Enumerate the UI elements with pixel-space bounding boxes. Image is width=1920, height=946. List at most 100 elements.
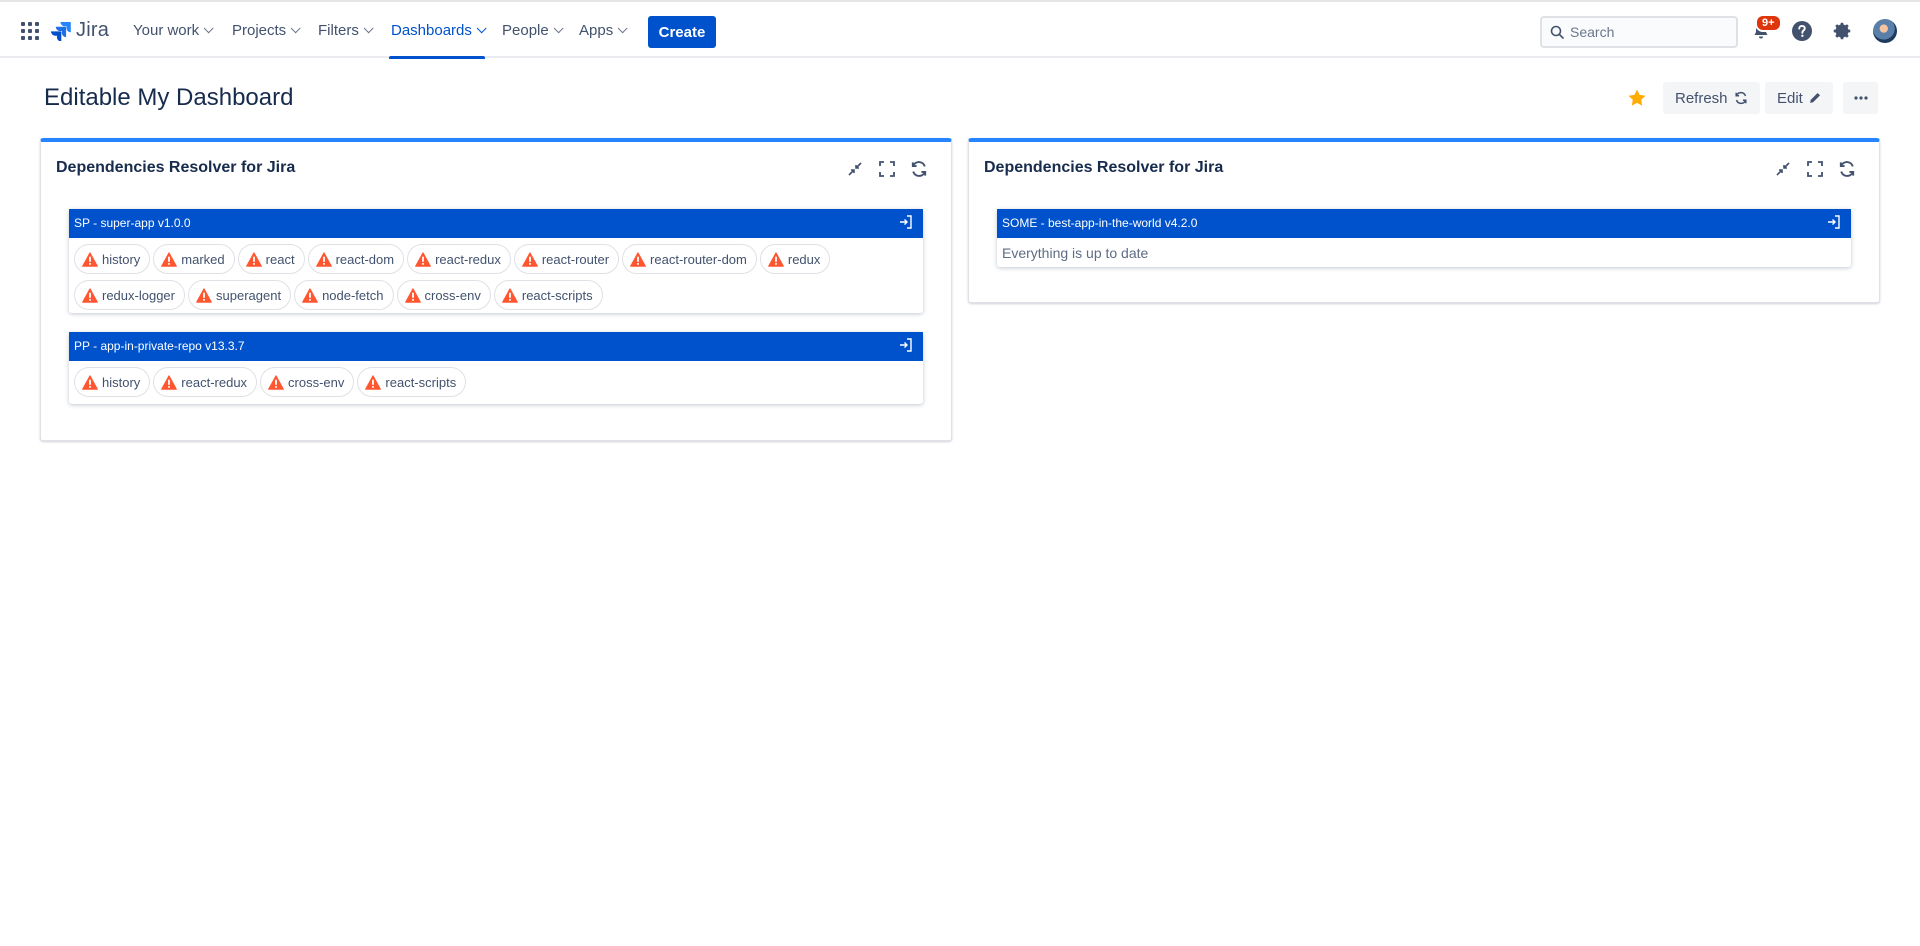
dependency-tag[interactable]: react-router — [513, 244, 620, 274]
jira-icon — [51, 21, 71, 41]
warning-icon — [630, 251, 646, 267]
chevron-down-icon — [617, 22, 628, 33]
dependency-tag[interactable]: react — [237, 244, 305, 274]
dependency-tag[interactable]: react-scripts — [357, 367, 467, 397]
chevron-down-icon — [290, 22, 301, 33]
dependency-tag-label: history — [102, 374, 141, 390]
app-header[interactable]: PP - app-in-private-repo v13.3.7 — [69, 332, 923, 361]
nav-projects[interactable]: Projects — [232, 2, 301, 58]
dependency-tag[interactable]: redux — [759, 244, 831, 274]
create-button[interactable]: Create — [648, 16, 716, 48]
nav-dashboards-label: Dashboards — [391, 21, 472, 39]
dependency-tag-label: superagent — [216, 287, 282, 303]
warning-icon — [268, 374, 284, 390]
top-navigation: Jira Your work Projects Filters Dashboar… — [0, 0, 1920, 59]
nav-filters-label: Filters — [318, 21, 359, 39]
dependency-tag-label: redux — [787, 251, 821, 267]
dependency-tag[interactable]: superagent — [188, 280, 292, 310]
settings-gear-icon[interactable] — [1830, 19, 1854, 43]
chevron-down-icon — [203, 22, 214, 33]
favourite-star-icon[interactable] — [1627, 88, 1647, 113]
dependency-tag-label: node-fetch — [322, 287, 384, 303]
dependency-tag-label: cross-env — [288, 374, 345, 390]
refresh-icon[interactable] — [909, 159, 929, 179]
refresh-button[interactable]: Refresh — [1663, 82, 1760, 114]
search-box[interactable] — [1540, 16, 1738, 48]
fullscreen-icon[interactable] — [877, 159, 897, 179]
dependency-tag[interactable]: react-redux — [153, 367, 258, 397]
nav-people-label: People — [502, 21, 549, 39]
search-icon — [1550, 25, 1564, 39]
notification-count-badge: 9+ — [1755, 14, 1782, 32]
search-input[interactable] — [1570, 24, 1730, 40]
warning-icon — [82, 251, 98, 267]
dependency-tag[interactable]: cross-env — [260, 367, 355, 397]
refresh-button-label: Refresh — [1675, 89, 1728, 107]
dependency-tag[interactable]: redux-logger — [74, 280, 185, 310]
warning-icon — [161, 374, 178, 390]
help-icon[interactable] — [1790, 19, 1814, 43]
edit-button[interactable]: Edit — [1765, 82, 1833, 114]
warning-icon — [82, 374, 98, 390]
minimize-icon[interactable] — [845, 159, 865, 179]
warning-icon — [365, 374, 382, 390]
more-actions-button[interactable] — [1843, 82, 1878, 114]
pencil-icon — [1809, 93, 1820, 103]
gadget-dependencies-resolver-2: Dependencies Resolver for Jira SOME - be… — [968, 138, 1880, 303]
open-in-icon[interactable] — [899, 215, 913, 229]
warning-icon — [767, 251, 784, 267]
gadget-title: Dependencies Resolver for Jira — [56, 159, 296, 176]
dependency-tag[interactable]: marked — [153, 244, 235, 274]
nav-filters[interactable]: Filters — [318, 2, 374, 58]
dependency-tag[interactable]: history — [74, 367, 151, 397]
refresh-icon[interactable] — [1837, 159, 1857, 179]
dependency-tag-label: history — [102, 251, 141, 267]
warning-icon — [82, 287, 98, 303]
dependency-tag[interactable]: cross-env — [396, 280, 491, 310]
nav-dashboards[interactable]: Dashboards — [389, 2, 487, 59]
dependency-tag-label: redux-logger — [102, 287, 175, 303]
warning-icon — [521, 251, 538, 267]
nav-your-work-label: Your work — [133, 21, 200, 39]
warning-icon — [415, 251, 431, 267]
dependency-tag[interactable]: react-scripts — [493, 280, 603, 310]
nav-your-work[interactable]: Your work — [133, 2, 214, 58]
nav-apps[interactable]: Apps — [579, 2, 628, 58]
warning-icon — [245, 251, 262, 267]
app-header[interactable]: SOME - best-app-in-the-world v4.2.0 — [997, 209, 1851, 238]
fullscreen-icon[interactable] — [1805, 159, 1825, 179]
dependency-tag-label: cross-env — [424, 287, 481, 303]
dependency-tag[interactable]: node-fetch — [294, 280, 394, 310]
dependency-tag[interactable]: react-dom — [307, 244, 405, 274]
gadget-toolbar — [1773, 159, 1857, 179]
gadget-dependencies-resolver-1: Dependencies Resolver for Jira SP - supe… — [40, 138, 952, 441]
nav-apps-label: Apps — [579, 21, 614, 39]
open-in-icon[interactable] — [1827, 215, 1841, 229]
nav-projects-label: Projects — [232, 21, 287, 39]
minimize-icon[interactable] — [1773, 159, 1793, 179]
warning-icon — [161, 251, 178, 267]
nav-people[interactable]: People — [502, 2, 564, 58]
logo-text: Jira — [76, 19, 110, 41]
jira-logo[interactable]: Jira — [51, 19, 109, 42]
dependency-tag-label: react-scripts — [521, 287, 593, 303]
app-header-label: SOME - best-app-in-the-world v4.2.0 — [1002, 216, 1198, 230]
dependency-tag[interactable]: react-router-dom — [622, 244, 757, 274]
dependency-tag-label: react — [265, 251, 295, 267]
dependency-tag-label: react-router-dom — [650, 251, 747, 267]
app-header-label: SP - super-app v1.0.0 — [74, 216, 191, 230]
app-header[interactable]: SP - super-app v1.0.0 — [69, 209, 923, 238]
warning-icon — [501, 287, 518, 303]
dependency-tag-label: react-router — [541, 251, 610, 267]
chevron-down-icon — [476, 22, 487, 33]
chevron-down-icon — [363, 22, 374, 33]
more-icon — [1853, 96, 1868, 100]
dependency-tag[interactable]: react-redux — [407, 244, 511, 274]
dependency-tag-label: react-redux — [435, 251, 501, 267]
user-avatar[interactable] — [1873, 19, 1897, 43]
open-in-icon[interactable] — [899, 338, 913, 352]
app-switcher-grid-icon[interactable] — [21, 22, 39, 40]
dependency-tag-label: react-redux — [181, 374, 248, 390]
dependency-tag[interactable]: history — [74, 244, 151, 274]
app-card-app-in-private-repo: PP - app-in-private-repo v13.3.7 history… — [69, 332, 923, 404]
